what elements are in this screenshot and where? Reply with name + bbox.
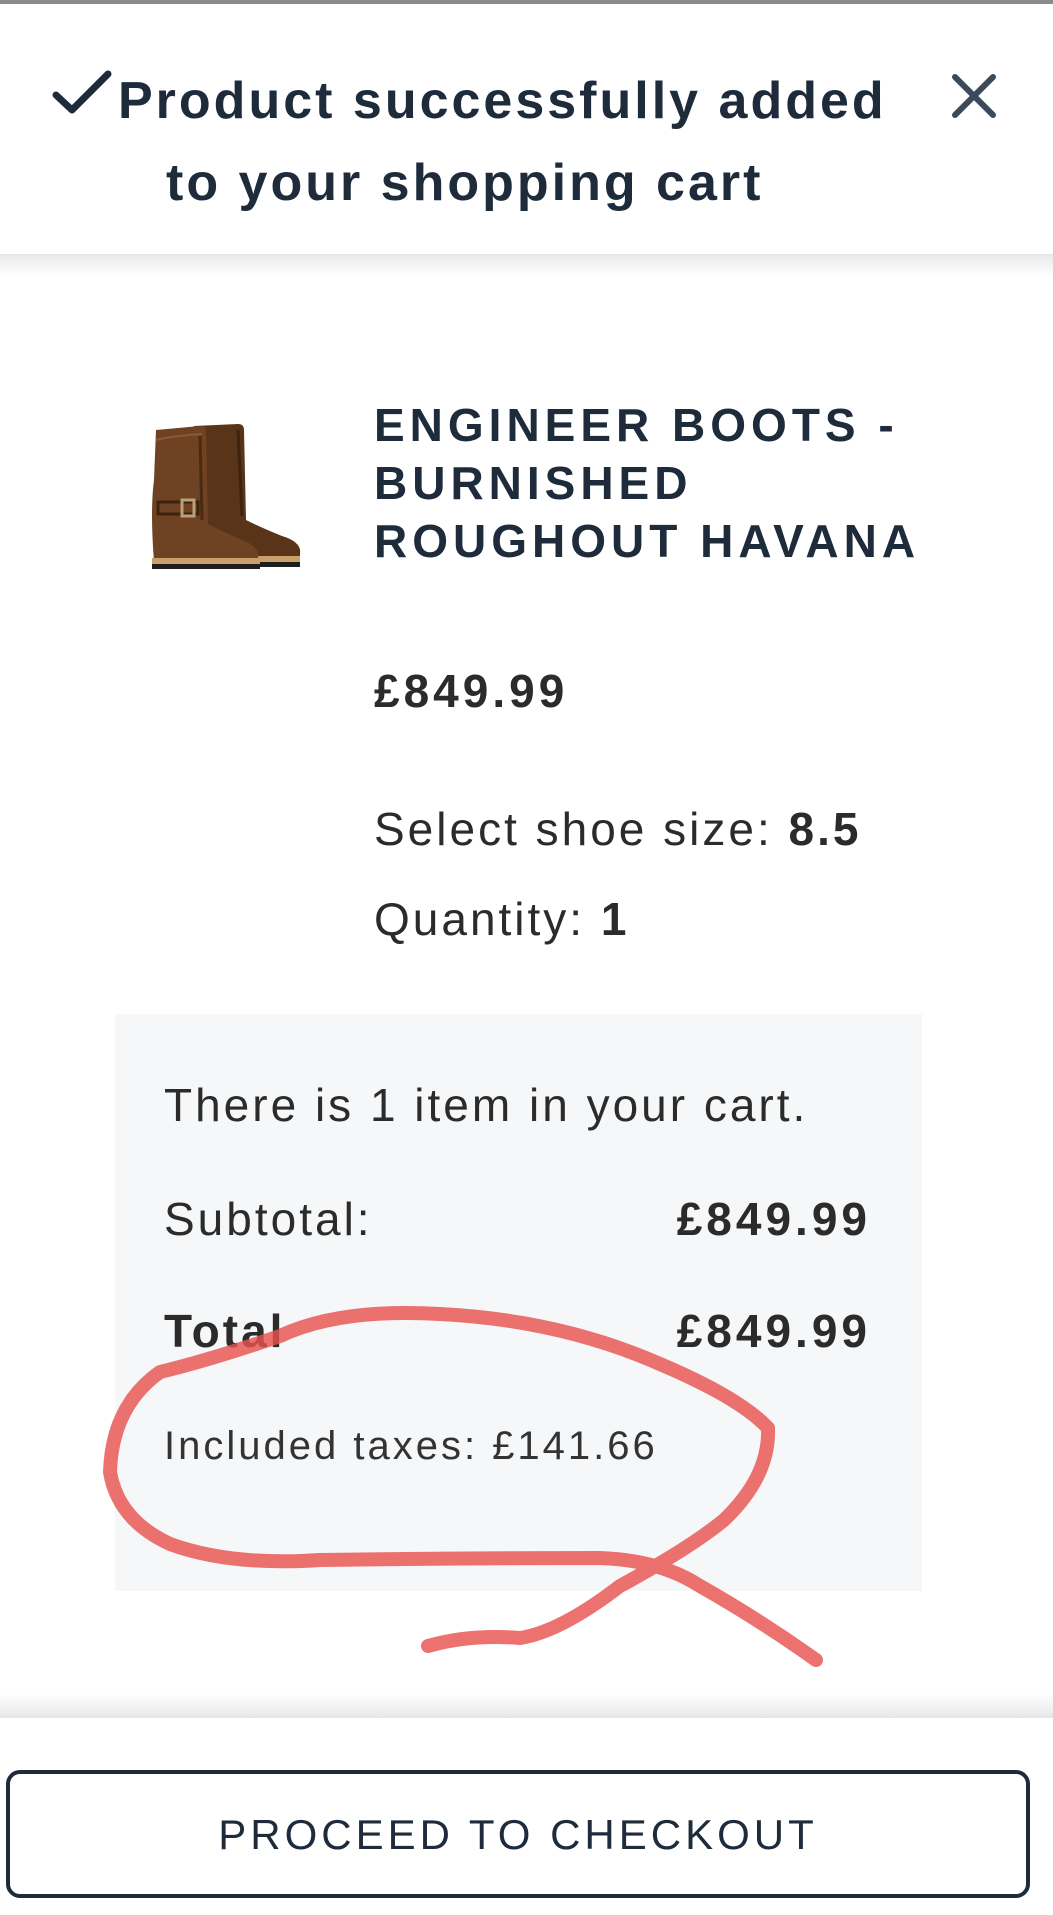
shoe-size-label: Select shoe size: <box>374 803 773 855</box>
proceed-to-checkout-button[interactable]: PROCEED TO CHECKOUT <box>6 1770 1030 1898</box>
modal-title-line2: to your shopping cart <box>166 154 764 212</box>
shoe-size-line: Select shoe size: 8.5 <box>374 802 861 856</box>
red-circle-annotation <box>103 1305 823 1667</box>
quantity-value: 1 <box>600 893 630 945</box>
total-label: Total <box>164 1305 286 1357</box>
cart-item-count: There is 1 item in your cart. <box>164 1079 809 1131</box>
close-icon[interactable] <box>940 62 1008 130</box>
boot-image <box>152 424 301 569</box>
total-value: £849.99 <box>676 1305 871 1357</box>
product-price: £849.99 <box>374 665 569 717</box>
modal-header: Product successfully added to your shopp… <box>0 4 1053 255</box>
modal-title-line1: Product successfully added <box>118 72 887 130</box>
quantity-label: Quantity: <box>374 893 586 945</box>
header-divider <box>0 255 1053 277</box>
quantity-line: Quantity: 1 <box>374 892 629 946</box>
product-name[interactable]: ENGINEER BOOTS - BURNISHED ROUGHOUT HAVA… <box>374 396 934 570</box>
included-taxes: Included taxes: £141.66 <box>164 1424 658 1468</box>
check-icon <box>52 70 112 114</box>
subtotal-value: £849.99 <box>676 1193 871 1245</box>
footer-divider <box>0 1694 1053 1718</box>
shoe-size-value: 8.5 <box>788 803 862 855</box>
modal-title: Product successfully added to your shopp… <box>118 60 888 224</box>
subtotal-label: Subtotal: <box>164 1193 373 1245</box>
